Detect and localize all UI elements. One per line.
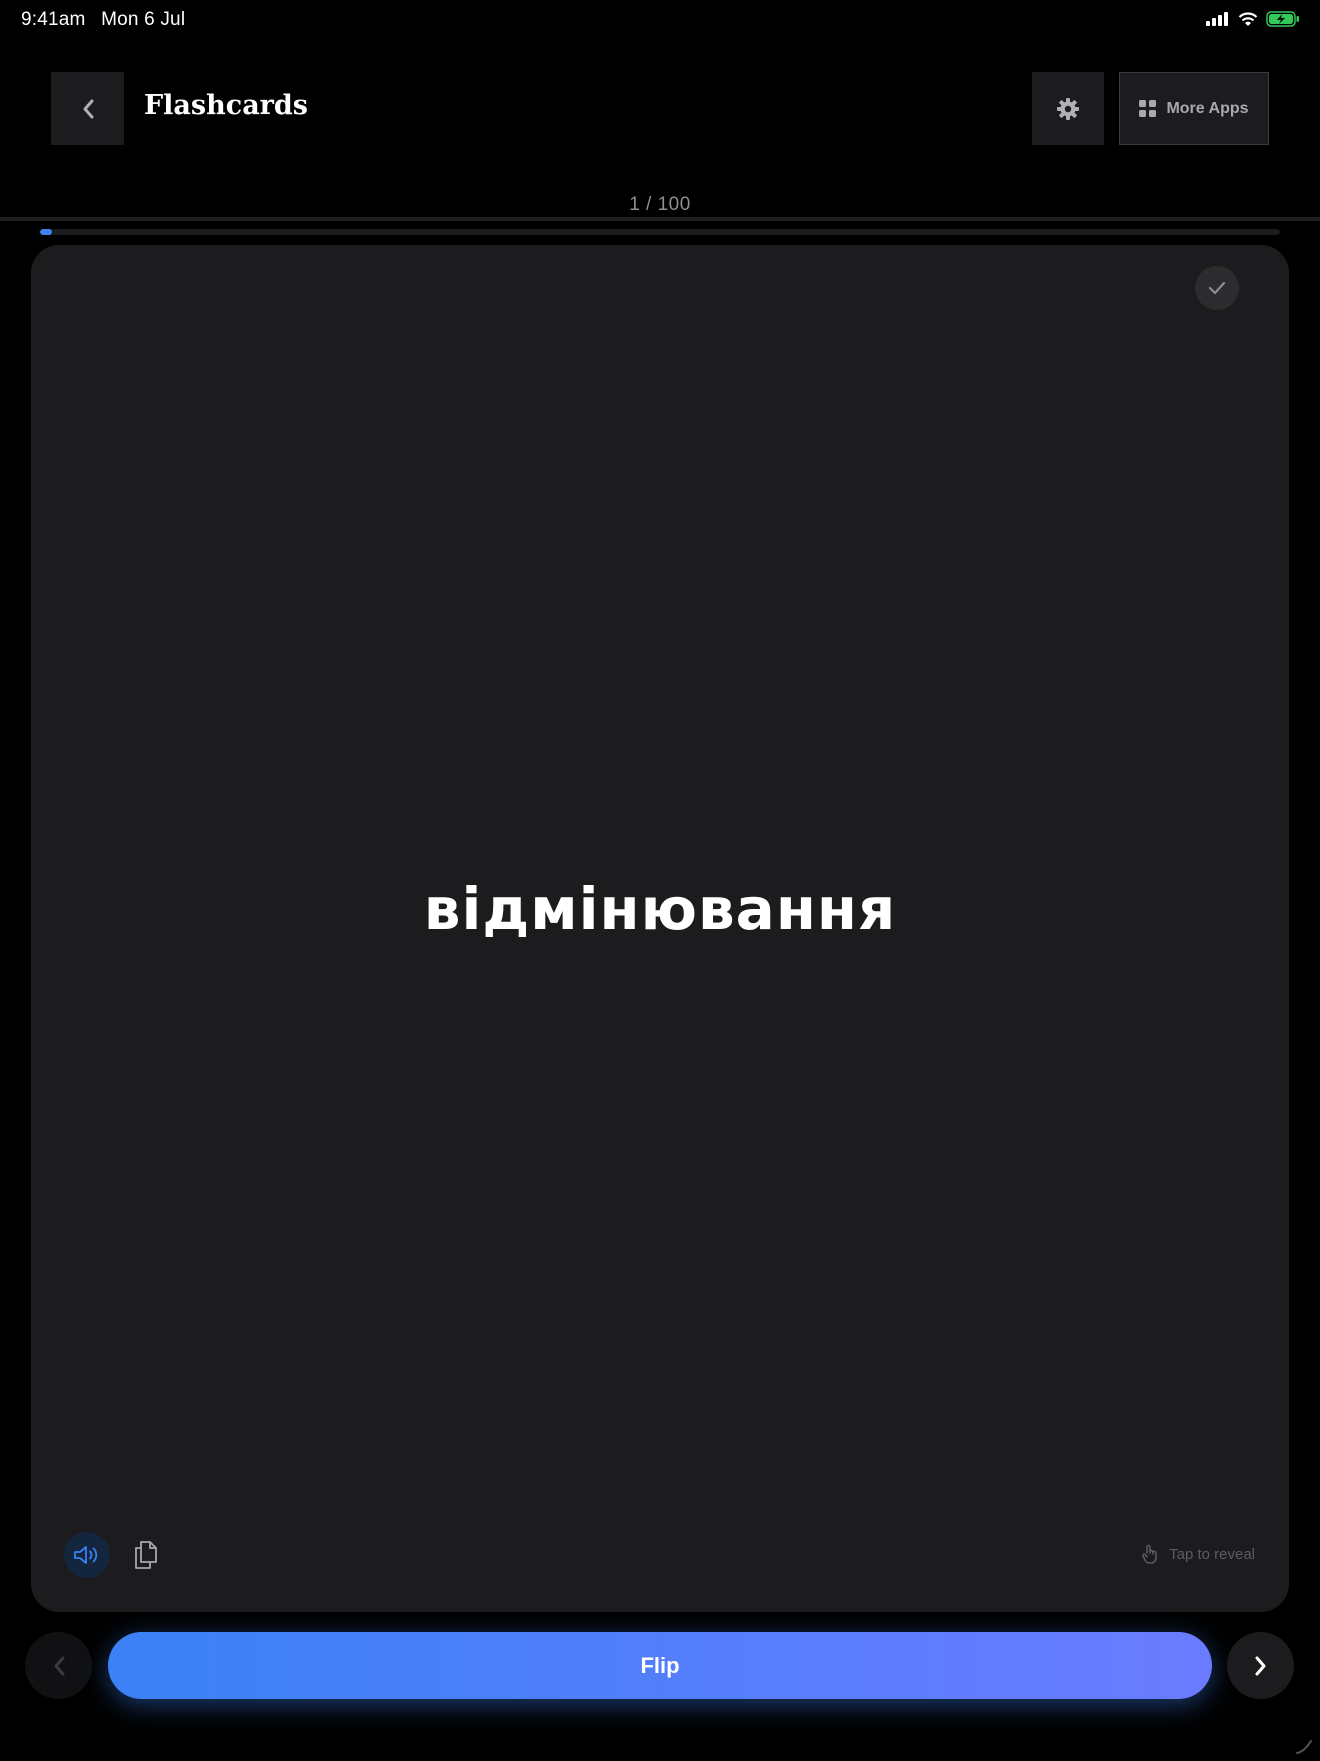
- wifi-icon: [1238, 11, 1258, 26]
- speaker-icon: [74, 1546, 98, 1564]
- flashcard[interactable]: відмінювання Tap to reveal: [31, 245, 1289, 1612]
- copy-button[interactable]: [129, 1537, 163, 1573]
- hint-label: Tap to reveal: [1169, 1545, 1255, 1563]
- status-date: Mon 6 Jul: [101, 9, 186, 30]
- speak-button[interactable]: [64, 1532, 110, 1578]
- copy-icon: [135, 1541, 157, 1569]
- tap-hand-icon: [1142, 1544, 1157, 1564]
- settings-button[interactable]: [1032, 72, 1104, 145]
- status-bar: 9:41am Mon 6 Jul: [0, 0, 1320, 42]
- next-card-button[interactable]: [1227, 1632, 1294, 1699]
- battery-charging-icon: [1266, 11, 1299, 27]
- status-clock: 9:41am: [21, 9, 86, 30]
- more-apps-label: More Apps: [1166, 99, 1249, 117]
- progress-fill: [40, 229, 53, 235]
- status-time: 9:41am Mon 6 Jul: [21, 9, 185, 31]
- resize-handle-icon: [1296, 1740, 1312, 1754]
- previous-card-button[interactable]: [25, 1632, 92, 1699]
- chevron-left-icon: [83, 99, 93, 118]
- flashcard-word: відмінювання: [423, 875, 897, 943]
- chevron-right-icon: [1255, 1656, 1265, 1675]
- back-button[interactable]: [51, 72, 124, 145]
- card-counter: 1 / 100: [629, 194, 691, 215]
- page-title: Flashcards: [144, 90, 308, 121]
- chevron-left-icon: [54, 1656, 64, 1675]
- header-divider: [0, 217, 1320, 221]
- tap-to-reveal-hint: Tap to reveal: [1141, 1544, 1255, 1564]
- mark-known-button[interactable]: [1195, 266, 1239, 310]
- grid-icon: [1139, 100, 1157, 117]
- check-icon: [1208, 281, 1226, 295]
- app-header: Flashcards More Apps: [0, 42, 1320, 221]
- gear-icon: [1057, 97, 1079, 120]
- more-apps-button[interactable]: More Apps: [1119, 72, 1269, 145]
- progress-bar: [40, 229, 1280, 235]
- flip-button[interactable]: Flip: [108, 1632, 1212, 1699]
- signal-icon: [1206, 12, 1228, 26]
- status-icons: [1206, 11, 1300, 27]
